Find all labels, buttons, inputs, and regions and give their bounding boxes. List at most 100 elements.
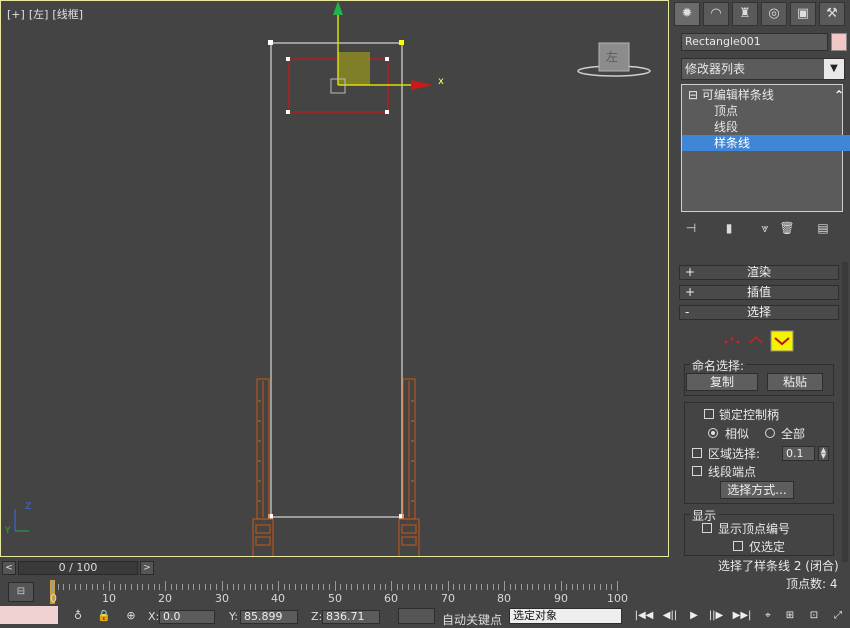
spinner-arrows-icon[interactable]: ▲ ▼ [818, 446, 829, 461]
track-tick [294, 584, 296, 590]
tick-label: 60 [384, 592, 398, 605]
segment-end-checkbox[interactable] [692, 466, 702, 476]
track-tick [487, 584, 489, 590]
modify-icon[interactable]: ◠ [703, 2, 729, 26]
lock-selection-icon[interactable]: 🔒 [96, 608, 112, 624]
maxscript-listener[interactable] [0, 606, 58, 624]
play-icon[interactable]: ▶ [684, 608, 704, 624]
stack-item-segment[interactable]: 线段 [682, 119, 850, 135]
paste-button[interactable]: 粘贴 [767, 373, 823, 391]
y-coord-label: Y: [229, 610, 238, 623]
show-end-result-icon[interactable]: ▮ [719, 218, 739, 238]
object-name-field[interactable]: Rectangle001 [681, 33, 828, 51]
track-tick [492, 584, 494, 590]
track-tick [566, 584, 568, 590]
track-tick [340, 584, 342, 590]
make-unique-icon[interactable]: ⩔ [755, 218, 775, 238]
zoom-region-icon[interactable]: ⊡ [804, 608, 824, 624]
remove-modifier-icon[interactable]: 🗑 [777, 218, 797, 238]
area-threshold-input[interactable]: 0.1 [782, 446, 815, 461]
track-tick [334, 581, 336, 591]
selected-only-label: 仅选定 [749, 540, 786, 554]
track-tick [385, 584, 387, 590]
zoom-extents-icon[interactable]: ⊞ [780, 608, 800, 624]
curve-editor-icon[interactable]: ⊟ [8, 582, 34, 602]
all-label: 全部 [781, 427, 806, 441]
prev-frame-button[interactable]: < [2, 561, 16, 575]
maximize-viewport-icon[interactable]: ⤢ [828, 608, 848, 624]
goto-start-icon[interactable]: |◀◀ [634, 608, 654, 624]
track-tick [509, 584, 511, 590]
track-tick [402, 584, 404, 590]
copy-button[interactable]: 复制 [686, 373, 758, 391]
key-mode-icon[interactable]: ⌖ [758, 608, 778, 624]
time-slider[interactable]: 0 / 100 [18, 561, 138, 575]
track-tick [407, 584, 409, 590]
chevron-up-icon: ⌃ [833, 88, 844, 102]
motion-icon[interactable]: ◎ [761, 2, 787, 26]
stack-item-spline[interactable]: 样条线 ⌃ [682, 135, 850, 151]
selected-only-checkbox[interactable] [733, 541, 743, 551]
track-tick [244, 584, 246, 590]
viewport-left[interactable]: [+] [左] [线框] x 左 Z Y [0, 0, 669, 557]
track-tick [52, 581, 53, 591]
hierarchy-icon[interactable]: ♜ [732, 2, 758, 26]
utilities-icon[interactable]: ⚒ [819, 2, 845, 26]
next-key-icon[interactable]: ||▶ [706, 608, 726, 624]
tick-label: 70 [441, 592, 455, 605]
collapse-icon[interactable]: ⊟ [688, 88, 698, 102]
isolate-icon[interactable]: ♁ [70, 608, 86, 624]
configure-sets-icon[interactable]: ▤ [813, 218, 833, 238]
track-tick [543, 584, 545, 590]
z-coord-field[interactable]: 836.71 [322, 610, 380, 624]
object-color-swatch[interactable] [831, 33, 847, 51]
goto-end-icon[interactable]: ▶▶| [732, 608, 752, 624]
lock-handles-checkbox[interactable] [704, 409, 714, 419]
prev-key-icon[interactable]: ◀|| [660, 608, 680, 624]
auto-key-button[interactable]: 自动关键点 [442, 611, 502, 628]
absolute-mode-icon[interactable]: ⊕ [123, 608, 139, 624]
modifier-stack[interactable]: ⊟ 可编辑样条线 ⌃ 顶点 线段 样条线 ⌃ [681, 84, 850, 212]
show-vertex-numbers-checkbox[interactable] [702, 523, 712, 533]
tick-label: 10 [102, 592, 116, 605]
next-frame-button[interactable]: > [140, 561, 154, 575]
track-tick [97, 584, 99, 590]
stack-item-editable-spline[interactable]: ⊟ 可编辑样条线 ⌃ [682, 87, 848, 103]
track-tick [102, 584, 104, 590]
display-icon[interactable]: ▣ [790, 2, 816, 26]
rollout-interpolation[interactable]: + 插值 [679, 285, 839, 300]
track-tick [311, 584, 313, 590]
selection-set-dropdown[interactable]: 选定对象 [509, 608, 622, 624]
select-by-button[interactable]: 选择方式... [720, 481, 794, 499]
track-tick [515, 584, 517, 590]
track-tick [153, 584, 155, 590]
create-icon[interactable]: ✹ [674, 2, 700, 26]
x-coord-field[interactable]: 0.0 [159, 610, 215, 624]
all-radio[interactable] [765, 428, 775, 438]
track-tick [520, 584, 522, 590]
command-panel-scrollbar[interactable] [842, 262, 848, 562]
track-tick [549, 584, 551, 590]
track-tick [238, 584, 240, 590]
rollout-selection[interactable]: - 选择 [679, 305, 839, 320]
track-tick [362, 584, 364, 590]
similar-label: 相似 [725, 427, 750, 441]
chevron-down-icon[interactable]: ▼ [824, 59, 844, 79]
track-tick [577, 584, 579, 590]
stack-item-vertex[interactable]: 顶点 [682, 103, 850, 119]
track-tick [396, 584, 398, 590]
gizmo-plane [338, 52, 370, 85]
similar-radio[interactable] [708, 428, 718, 438]
tick-label: 90 [554, 592, 568, 605]
y-coord-field[interactable]: 85.899 [240, 610, 298, 624]
track-tick [215, 584, 217, 590]
track-tick [119, 584, 121, 590]
track-tick [424, 584, 426, 590]
track-tick [187, 584, 189, 590]
modifier-list-dropdown[interactable]: 修改器列表 ▼ [681, 58, 845, 80]
track-tick [453, 584, 455, 590]
area-select-checkbox[interactable] [692, 448, 702, 458]
grid-setting-field[interactable] [398, 608, 435, 624]
rollout-render[interactable]: + 渲染 [679, 265, 839, 280]
pin-stack-icon[interactable]: ⊣ [681, 218, 701, 238]
